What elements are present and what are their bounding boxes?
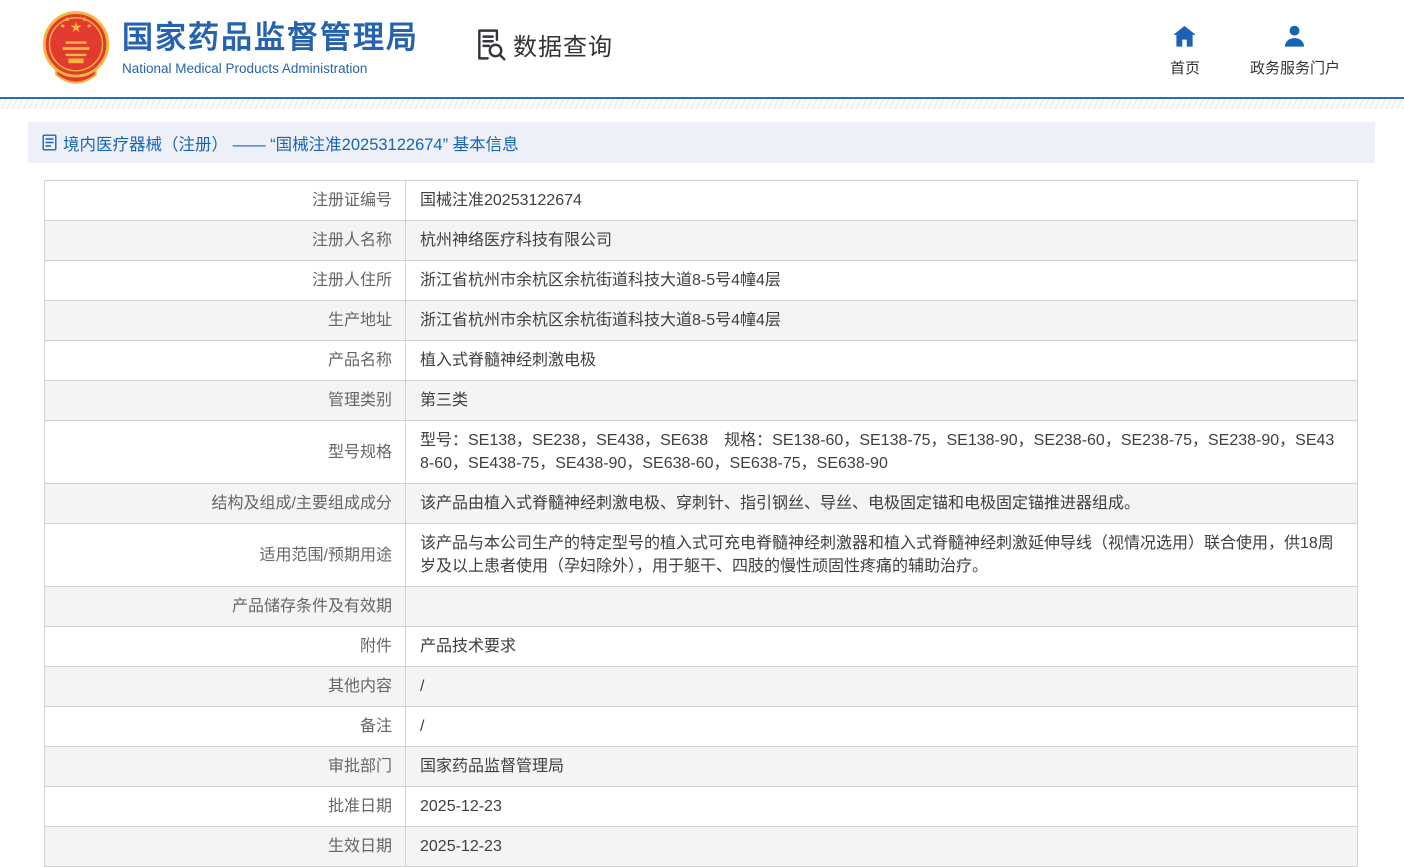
row-value: 产品技术要求: [406, 627, 1358, 667]
row-value: /: [406, 667, 1358, 707]
row-value: 国械注准20253122674: [406, 181, 1358, 221]
row-label: 注册证编号: [45, 181, 406, 221]
home-icon: [1171, 23, 1198, 50]
registration-info-table: 注册证编号国械注准20253122674注册人名称杭州神络医疗科技有限公司注册人…: [44, 180, 1358, 867]
top-nav: 首页 政务服务门户: [1170, 19, 1340, 78]
table-row: 批准日期2025-12-23: [45, 787, 1358, 827]
brand-text: 国家药品监督管理局 National Medical Products Admi…: [122, 21, 419, 75]
top-header: ★ ★ ★ ★ ★ 国家药品监督管理局 National Medical Pro…: [0, 0, 1404, 97]
data-query-label: 数据查询: [513, 27, 613, 62]
header-divider: [0, 97, 1404, 109]
row-label: 批准日期: [45, 787, 406, 827]
row-value: 第三类: [406, 381, 1358, 421]
table-row: 产品储存条件及有效期: [45, 587, 1358, 627]
row-value: 型号：SE138，SE238，SE438，SE638 规格：SE138-60，S…: [406, 421, 1358, 484]
table-row: 注册证编号国械注准20253122674: [45, 181, 1358, 221]
row-value: /: [406, 707, 1358, 747]
nav-label-home: 首页: [1170, 57, 1200, 78]
table-row: 生产地址浙江省杭州市余杭区余杭街道科技大道8-5号4幢4层: [45, 301, 1358, 341]
row-label: 附件: [45, 627, 406, 667]
row-value: 植入式脊髓神经刺激电极: [406, 341, 1358, 381]
page-title-bar: 境内医疗器械（注册） —— “国械注准20253122674” 基本信息: [28, 122, 1375, 163]
user-icon: [1281, 23, 1308, 50]
table-row: 结构及组成/主要组成成分该产品由植入式脊髓神经刺激电极、穿刺针、指引钢丝、导丝、…: [45, 484, 1358, 524]
table-row: 适用范围/预期用途该产品与本公司生产的特定型号的植入式可充电脊髓神经刺激器和植入…: [45, 524, 1358, 587]
nav-item-portal[interactable]: 政务服务门户: [1250, 19, 1340, 78]
data-query-icon: [471, 26, 508, 63]
table-row: 其他内容/: [45, 667, 1358, 707]
table-row: 附件产品技术要求: [45, 627, 1358, 667]
row-label: 结构及组成/主要组成成分: [45, 484, 406, 524]
page-title: 境内医疗器械（注册） —— “国械注准20253122674” 基本信息: [63, 131, 519, 155]
row-value: 浙江省杭州市余杭区余杭街道科技大道8-5号4幢4层: [406, 301, 1358, 341]
row-value: [406, 587, 1358, 627]
row-value: 2025-12-23: [406, 827, 1358, 867]
table-row: 管理类别第三类: [45, 381, 1358, 421]
national-emblem-icon: ★ ★ ★ ★ ★: [40, 9, 112, 89]
table-body: 注册证编号国械注准20253122674注册人名称杭州神络医疗科技有限公司注册人…: [45, 181, 1358, 867]
org-name-cn: 国家药品监督管理局: [122, 21, 419, 55]
svg-text:★: ★: [64, 15, 70, 23]
table-row: 备注/: [45, 707, 1358, 747]
row-label: 注册人住所: [45, 261, 406, 301]
row-label: 备注: [45, 707, 406, 747]
row-label: 管理类别: [45, 381, 406, 421]
row-value: 杭州神络医疗科技有限公司: [406, 221, 1358, 261]
row-label: 适用范围/预期用途: [45, 524, 406, 587]
table-row: 型号规格型号：SE138，SE238，SE438，SE638 规格：SE138-…: [45, 421, 1358, 484]
table-row: 产品名称植入式脊髓神经刺激电极: [45, 341, 1358, 381]
row-label: 生产地址: [45, 301, 406, 341]
table-row: 注册人名称杭州神络医疗科技有限公司: [45, 221, 1358, 261]
row-label: 产品名称: [45, 341, 406, 381]
table-row: 审批部门国家药品监督管理局: [45, 747, 1358, 787]
nav-item-home[interactable]: 首页: [1170, 19, 1200, 78]
row-label: 产品储存条件及有效期: [45, 587, 406, 627]
row-label: 其他内容: [45, 667, 406, 707]
row-label: 型号规格: [45, 421, 406, 484]
document-icon: [42, 134, 63, 151]
row-value: 国家药品监督管理局: [406, 747, 1358, 787]
table-row: 注册人住所浙江省杭州市余杭区余杭街道科技大道8-5号4幢4层: [45, 261, 1358, 301]
site-logo[interactable]: ★ ★ ★ ★ ★ 国家药品监督管理局 National Medical Pro…: [40, 9, 419, 89]
table-row: 生效日期2025-12-23: [45, 827, 1358, 867]
data-query-link[interactable]: 数据查询: [471, 26, 613, 63]
row-value: 浙江省杭州市余杭区余杭街道科技大道8-5号4幢4层: [406, 261, 1358, 301]
row-label: 注册人名称: [45, 221, 406, 261]
svg-text:★: ★: [70, 19, 83, 35]
org-name-en: National Medical Products Administration: [122, 61, 419, 76]
nav-label-portal: 政务服务门户: [1250, 57, 1340, 78]
row-label: 生效日期: [45, 827, 406, 867]
row-value: 该产品与本公司生产的特定型号的植入式可充电脊髓神经刺激器和植入式脊髓神经刺激延伸…: [406, 524, 1358, 587]
svg-text:★: ★: [86, 22, 92, 30]
row-value: 该产品由植入式脊髓神经刺激电极、穿刺针、指引钢丝、导丝、电极固定锚和电极固定锚推…: [406, 484, 1358, 524]
row-value: 2025-12-23: [406, 787, 1358, 827]
row-label: 审批部门: [45, 747, 406, 787]
